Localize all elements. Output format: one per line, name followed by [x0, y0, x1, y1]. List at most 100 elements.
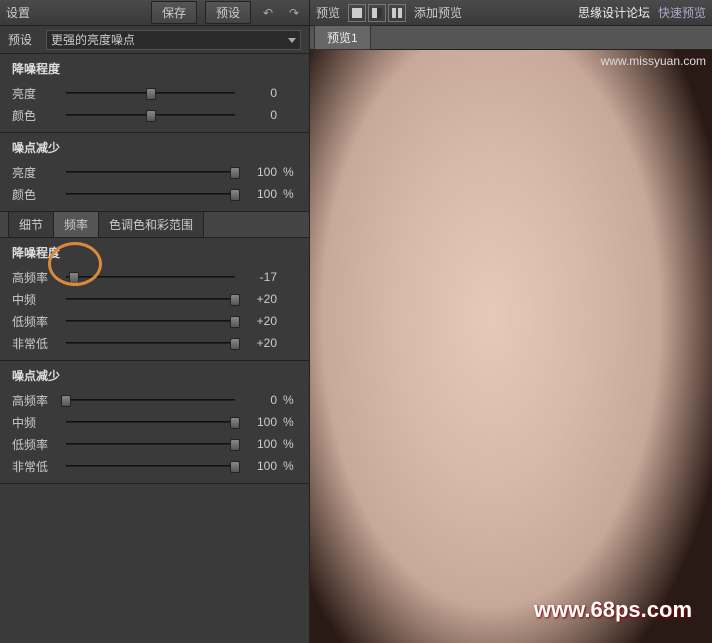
slider-track[interactable]	[66, 171, 235, 173]
slider-track[interactable]	[66, 92, 235, 94]
slider-unit: %	[283, 459, 297, 473]
slider-thumb[interactable]	[230, 338, 240, 350]
slider-row: 非常低 100%	[0, 455, 309, 477]
slider-label: 亮度	[12, 164, 60, 181]
slider-thumb[interactable]	[146, 88, 156, 100]
slider-group: 高频率 -17 中频+20 低频率 +20 非常低 +20	[0, 266, 309, 360]
settings-panel: 设置 保存 预设 ↶ ↷ 预设 更强的亮度噪点 降噪程度 亮度 0 颜色 0 噪点减少…	[0, 0, 310, 643]
watermark: www.68ps.com	[534, 597, 692, 623]
slider-value: 100	[241, 165, 277, 179]
section-noise-decrease-1: 噪点减少 亮度100%颜色100%	[0, 133, 309, 212]
preview-mode-icons	[348, 4, 406, 22]
slider-thumb[interactable]	[230, 417, 240, 429]
preset-dropdown[interactable]: 更强的亮度噪点	[46, 30, 301, 50]
slider-track[interactable]	[66, 443, 235, 445]
slider-thumb[interactable]	[230, 439, 240, 451]
slider-row: 低频率 +20	[0, 310, 309, 332]
slider-track[interactable]	[66, 114, 235, 116]
preview-single-icon[interactable]	[348, 4, 366, 22]
slider-group: 亮度100%颜色100%	[0, 161, 309, 211]
top-watermark: www.missyuan.com	[601, 54, 706, 68]
section-title: 噪点减少	[0, 361, 309, 389]
slider-label: 高频率	[12, 392, 60, 409]
slider-row: 颜色 0	[0, 104, 309, 126]
slider-track[interactable]	[66, 421, 235, 423]
quick-preview-link[interactable]: 快速预览	[658, 4, 706, 21]
slider-thumb[interactable]	[61, 395, 71, 407]
slider-thumb[interactable]	[230, 294, 240, 306]
section-title: 降噪程度	[0, 238, 309, 266]
slider-thumb[interactable]	[230, 189, 240, 201]
preset-button[interactable]: 预设	[205, 1, 251, 24]
left-header: 设置 保存 预设 ↶ ↷	[0, 0, 309, 26]
slider-thumb[interactable]	[230, 316, 240, 328]
slider-thumb[interactable]	[69, 272, 79, 284]
slider-value: -17	[241, 270, 277, 284]
slider-row: 中频+20	[0, 288, 309, 310]
tab-frequency[interactable]: 频率	[53, 211, 99, 237]
undo-icon[interactable]: ↶	[259, 4, 277, 22]
preset-label: 预设	[8, 31, 40, 48]
slider-value: 100	[241, 437, 277, 451]
tab-detail[interactable]: 细节	[8, 211, 54, 237]
slider-track[interactable]	[66, 298, 235, 300]
slider-track[interactable]	[66, 193, 235, 195]
slider-thumb[interactable]	[230, 461, 240, 473]
preview-split-icon[interactable]	[388, 4, 406, 22]
slider-unit: %	[283, 393, 297, 407]
slider-label: 非常低	[12, 335, 60, 352]
section-noise-reduction-2: 降噪程度 高频率 -17 中频+20 低频率 +20 非常低 +20	[0, 238, 309, 361]
section-noise-reduction-1: 降噪程度 亮度 0 颜色 0	[0, 54, 309, 133]
slider-value: +20	[241, 336, 277, 350]
slider-value: 0	[241, 86, 277, 100]
forum-link[interactable]: 思缘设计论坛	[578, 4, 650, 21]
preset-row: 预设 更强的亮度噪点	[0, 26, 309, 54]
slider-row: 中频 100%	[0, 411, 309, 433]
slider-value: 0	[241, 108, 277, 122]
preview-tab-1[interactable]: 预览1	[314, 25, 371, 50]
slider-track[interactable]	[66, 399, 235, 401]
slider-value: 100	[241, 187, 277, 201]
slider-label: 颜色	[12, 107, 60, 124]
slider-row: 高频率 0%	[0, 389, 309, 411]
slider-label: 低频率	[12, 436, 60, 453]
slider-track[interactable]	[66, 320, 235, 322]
slider-label: 低频率	[12, 313, 60, 330]
slider-row: 低频率 100%	[0, 433, 309, 455]
slider-label: 非常低	[12, 458, 60, 475]
slider-track[interactable]	[66, 465, 235, 467]
slider-unit: %	[283, 415, 297, 429]
slider-unit: %	[283, 187, 297, 201]
slider-row: 颜色100%	[0, 183, 309, 205]
slider-group: 亮度 0 颜色 0	[0, 82, 309, 132]
slider-thumb[interactable]	[146, 110, 156, 122]
slider-row: 高频率 -17	[0, 266, 309, 288]
slider-unit: %	[283, 165, 297, 179]
preview-tab-row: 预览1	[310, 26, 712, 50]
tab-row: 细节 频率 色调色和彩范围	[0, 212, 309, 238]
slider-track[interactable]	[66, 342, 235, 344]
slider-row: 亮度 100%	[0, 161, 309, 183]
slider-value: 0	[241, 393, 277, 407]
slider-label: 中频	[12, 291, 60, 308]
preview-title: 预览	[316, 4, 340, 21]
section-noise-decrease-2: 噪点减少 高频率 0% 中频 100% 低频率 100% 非常低 100%	[0, 361, 309, 484]
redo-icon[interactable]: ↷	[285, 4, 303, 22]
slider-label: 中频	[12, 414, 60, 431]
section-title: 降噪程度	[0, 54, 309, 82]
slider-track[interactable]	[66, 276, 235, 278]
slider-label: 亮度	[12, 85, 60, 102]
slider-value: +20	[241, 314, 277, 328]
slider-label: 高频率	[12, 269, 60, 286]
slider-unit: %	[283, 437, 297, 451]
preview-half-icon[interactable]	[368, 4, 386, 22]
slider-value: 100	[241, 415, 277, 429]
slider-row: 亮度 0	[0, 82, 309, 104]
section-title: 噪点减少	[0, 133, 309, 161]
add-preview-button[interactable]: 添加预览	[414, 4, 462, 21]
slider-value: 100	[241, 459, 277, 473]
preview-image[interactable]: www.missyuan.com www.68ps.com	[310, 50, 712, 643]
save-button[interactable]: 保存	[151, 1, 197, 24]
slider-thumb[interactable]	[230, 167, 240, 179]
tab-color-range[interactable]: 色调色和彩范围	[98, 211, 204, 237]
